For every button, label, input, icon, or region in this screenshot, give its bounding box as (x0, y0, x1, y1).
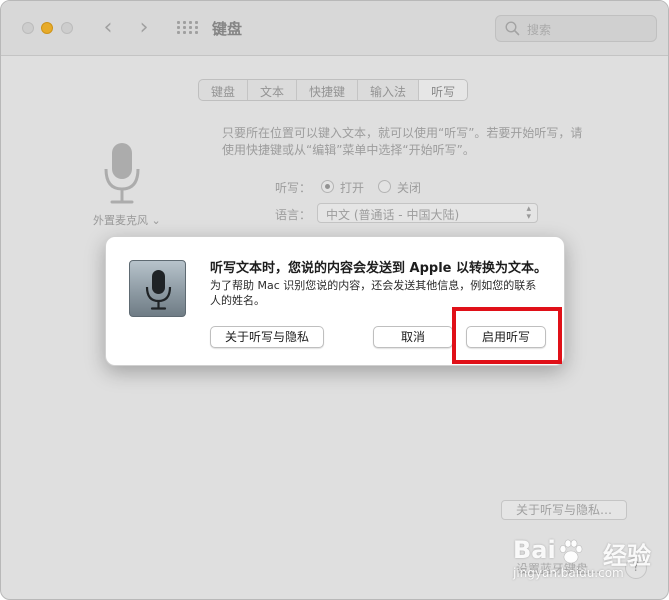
watermark-url: jingyan.baidu.com (513, 566, 624, 580)
baidu-watermark: Bai 经验 jingyan.baidu.com (511, 536, 661, 586)
cancel-button[interactable]: 取消 (373, 326, 453, 348)
dialog-title: 听写文本时，您说的内容会发送到 Apple 以转换为文本。 (210, 261, 547, 276)
watermark-brand: Bai (513, 536, 556, 564)
dictation-app-icon (129, 260, 186, 317)
microphone-icon (145, 270, 172, 310)
highlight-box (452, 307, 562, 364)
dialog-message: 为了帮助 Mac 识别您说的内容，还会发送其他信息，例如您的联系人的姓名。 (210, 279, 537, 307)
about-dictation-privacy-dialog-button[interactable]: 关于听写与隐私 (210, 326, 324, 348)
keyboard-preferences-window: ‹ › 键盘 搜索 键盘 文本 快捷键 输入法 听写 外置麦克风 ⌄ 只要所在位… (0, 0, 669, 600)
paw-icon (559, 539, 583, 564)
